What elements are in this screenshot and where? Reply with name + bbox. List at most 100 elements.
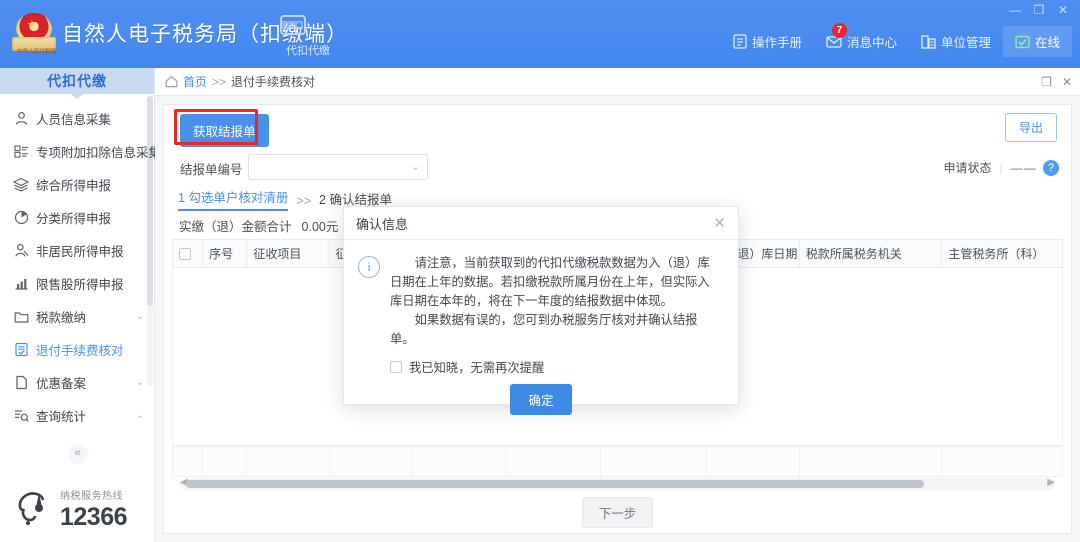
minimize-icon[interactable]: — bbox=[1004, 2, 1026, 19]
nav-item-manual-label: 操作手册 bbox=[752, 32, 802, 51]
nav-item-online-status[interactable]: 在线 bbox=[1003, 26, 1072, 57]
dialog-body: i 请注意，当前获取到的代扣代缴税款数据为入（退）库日期在上年的数据。若扣缴税款… bbox=[344, 240, 738, 349]
export-button[interactable]: 导出 bbox=[1005, 113, 1057, 142]
dialog-actions: 确定 bbox=[344, 384, 738, 415]
window-controls: — ❐ ✕ bbox=[1004, 2, 1074, 19]
wallet-icon bbox=[278, 12, 338, 38]
dialog-title: 确认信息 bbox=[356, 214, 408, 233]
step-separator: >> bbox=[296, 194, 311, 211]
dialog-close-icon[interactable]: ✕ bbox=[713, 216, 726, 231]
building-icon bbox=[921, 34, 936, 49]
sidebar-item-special-deduction[interactable]: 专项附加扣除信息采集 bbox=[0, 135, 154, 168]
breadcrumb-home[interactable]: 首页 bbox=[183, 73, 207, 90]
select-all-checkbox[interactable] bbox=[179, 248, 191, 260]
summary-value: 0.00元 bbox=[302, 216, 339, 235]
sidebar-item-nonresident-income[interactable]: 非居民所得申报 bbox=[0, 234, 154, 267]
question-icon[interactable]: ? bbox=[1043, 160, 1059, 176]
table-footer-summary bbox=[172, 446, 1063, 477]
service-hotline: 纳税服务热线 12366 bbox=[14, 486, 154, 530]
sidebar-item-classified-income[interactable]: 分类所得申报 bbox=[0, 201, 154, 234]
column-header: 税款所属税务机关 bbox=[799, 240, 942, 268]
status-separator: | bbox=[1000, 161, 1003, 175]
horizontal-scrollbar[interactable]: ◀ ▶ bbox=[180, 478, 1055, 490]
search-list-icon bbox=[10, 408, 32, 423]
breadcrumb-current: 退付手续费核对 bbox=[231, 73, 315, 90]
confirm-button[interactable]: 确定 bbox=[510, 384, 571, 415]
dialog-paragraph-2: 如果数据有误的，您可到办税服务厅核对并确认结报单。 bbox=[390, 311, 722, 349]
dont-remind-label: 我已知晓，无需再次提醒 bbox=[409, 358, 544, 376]
report-no-select[interactable]: ⌄ bbox=[248, 154, 428, 180]
sidebar-menu: 人员信息采集 专项附加扣除信息采集 综合所得申报 bbox=[0, 94, 154, 432]
dont-remind-checkbox[interactable] bbox=[390, 361, 402, 373]
dialog-paragraph-1: 请注意，当前获取到的代扣代缴税款数据为入（退）库日期在上年的数据。若扣缴税款所属… bbox=[390, 254, 722, 311]
collapse-icon[interactable]: « bbox=[68, 444, 88, 464]
panel-controls: ❐ ✕ bbox=[1041, 75, 1072, 89]
pie-clock-icon bbox=[10, 210, 32, 225]
chevron-down-icon: ⌄ bbox=[411, 160, 420, 173]
next-step-button[interactable]: 下一步 bbox=[582, 497, 654, 528]
nav-item-manual[interactable]: 操作手册 bbox=[721, 26, 814, 57]
nav-item-online-label: 在线 bbox=[1035, 32, 1060, 51]
panel-close-icon[interactable]: ✕ bbox=[1062, 75, 1072, 89]
nav-item-messages[interactable]: 7 消息中心 bbox=[814, 26, 909, 57]
sidebar-item-personnel-info[interactable]: 人员信息采集 bbox=[0, 102, 154, 135]
breadcrumb: 首页 >> 退付手续费核对 ❐ ✕ bbox=[155, 68, 1080, 96]
sidebar-item-tax-payment[interactable]: 税款缴纳 ⌄ bbox=[0, 300, 154, 333]
toolbar: 获取结报单 导出 bbox=[164, 105, 1071, 151]
scrollbar-thumb[interactable] bbox=[186, 480, 924, 488]
message-badge: 7 bbox=[832, 23, 847, 38]
column-header: 主管税务所（科） bbox=[942, 240, 1063, 268]
report-no-label: 结报单编号 bbox=[180, 159, 243, 178]
sidebar-item-preferential-filing[interactable]: 优惠备案 ⌄ bbox=[0, 366, 154, 399]
hotline-number: 12366 bbox=[60, 503, 127, 531]
sidebar-item-restricted-shares[interactable]: 限售股所得申报 bbox=[0, 267, 154, 300]
sidebar-item-refund-fee-check[interactable]: 退付手续费核对 bbox=[0, 333, 154, 366]
get-report-button[interactable]: 获取结报单 bbox=[180, 114, 269, 147]
person-icon bbox=[10, 111, 32, 126]
restore-icon[interactable]: ❐ bbox=[1028, 2, 1050, 19]
sidebar-item-query-statistics[interactable]: 查询统计 ⌄ bbox=[0, 399, 154, 432]
sidebar-collapse-button[interactable]: « bbox=[0, 443, 155, 464]
home-icon[interactable] bbox=[165, 75, 178, 88]
nav-item-unit-management[interactable]: 单位管理 bbox=[909, 26, 1003, 57]
info-icon: i bbox=[358, 256, 380, 278]
online-icon bbox=[1015, 35, 1030, 49]
nav-item-unit-management-label: 单位管理 bbox=[941, 32, 991, 51]
module-tab-daikoudaijiao[interactable]: 代扣代缴 bbox=[278, 12, 338, 58]
scroll-right-icon[interactable]: ▶ bbox=[1047, 477, 1055, 488]
folder-icon bbox=[10, 309, 32, 324]
module-tab-label: 代扣代缴 bbox=[278, 42, 338, 58]
panel-maximize-icon[interactable]: ❐ bbox=[1041, 75, 1052, 89]
close-icon[interactable]: ✕ bbox=[1052, 2, 1074, 19]
tab-step-1[interactable]: 1 勾选单户核对清册 bbox=[178, 187, 288, 211]
header-nav: 操作手册 7 消息中心 bbox=[721, 26, 1072, 57]
summary-label: 实缴（退）金额合计 bbox=[179, 216, 292, 235]
table-row bbox=[173, 447, 1063, 477]
user-check-icon bbox=[10, 243, 32, 258]
breadcrumb-separator: >> bbox=[212, 75, 226, 89]
sidebar-item-label: 非居民所得申报 bbox=[32, 241, 136, 260]
select-all-header bbox=[173, 240, 203, 268]
dont-remind-row[interactable]: 我已知晓，无需再次提醒 bbox=[390, 358, 738, 376]
application-status: 申请状态 | — — ? bbox=[944, 159, 1059, 176]
sidebar-item-label: 综合所得申报 bbox=[32, 175, 136, 194]
document-check-icon bbox=[10, 342, 32, 357]
column-header: 征收项目 bbox=[247, 240, 329, 268]
file-icon bbox=[10, 375, 32, 390]
layers-icon bbox=[10, 177, 32, 192]
sidebar-item-label: 税款缴纳 bbox=[32, 307, 136, 326]
confirm-info-dialog: 确认信息 ✕ i 请注意，当前获取到的代扣代缴税款数据为入（退）库日期在上年的数… bbox=[343, 206, 739, 405]
sidebar-item-comprehensive-income[interactable]: 综合所得申报 bbox=[0, 168, 154, 201]
filter-row: 结报单编号 ⌄ 申请状态 | — — ? bbox=[164, 151, 1071, 185]
application-status-label: 申请状态 bbox=[944, 159, 992, 176]
nav-item-messages-label: 消息中心 bbox=[847, 32, 897, 51]
sidebar: 代扣代缴 人员信息采集 专项附加扣除信息采集 bbox=[0, 68, 155, 542]
sidebar-item-label: 专项附加扣除信息采集 bbox=[32, 142, 161, 161]
chevron-down-icon: ⌄ bbox=[136, 410, 148, 421]
national-emblem-icon: ★ 中华人民共和国 bbox=[12, 11, 56, 57]
dialog-header: 确认信息 ✕ bbox=[344, 207, 738, 240]
footer-actions: 下一步 bbox=[164, 490, 1071, 528]
sidebar-item-label: 人员信息采集 bbox=[32, 109, 136, 128]
column-header: 序号 bbox=[203, 240, 247, 268]
sidebar-title: 代扣代缴 bbox=[0, 68, 154, 94]
